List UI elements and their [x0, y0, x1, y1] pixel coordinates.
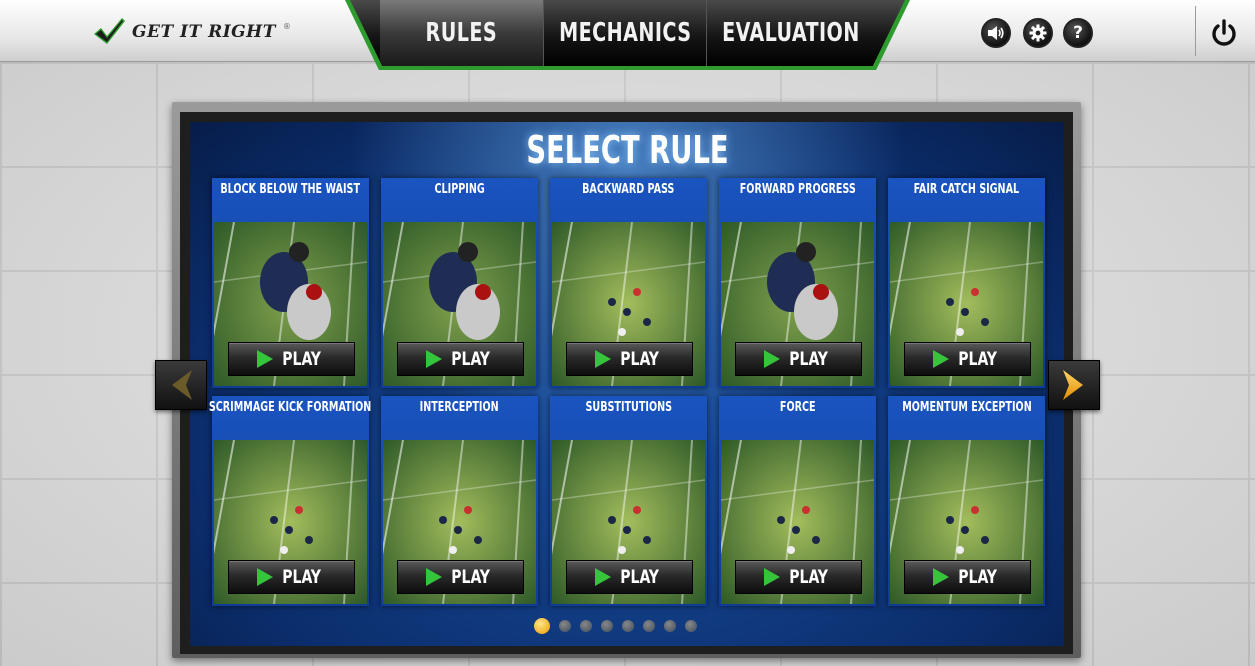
rule-card-title-text: FORCE: [779, 400, 816, 415]
rule-card[interactable]: CLIPPING PLAY: [381, 178, 538, 388]
rule-card[interactable]: FORWARD PROGRESS PLAY: [719, 178, 876, 388]
play-button[interactable]: PLAY: [735, 560, 862, 594]
rule-card-title: BLOCK BELOW THE WAIST: [212, 182, 369, 212]
play-icon: [257, 568, 274, 586]
play-icon: [426, 350, 443, 368]
play-icon: [764, 568, 781, 586]
rule-card[interactable]: FORCE PLAY: [719, 396, 876, 606]
play-icon: [426, 568, 443, 586]
play-button-label: PLAY: [958, 566, 998, 588]
rule-card-title: FORWARD PROGRESS: [719, 182, 876, 212]
tab-evaluation-label: EVALUATION: [722, 18, 860, 48]
gear-icon: [1029, 24, 1047, 42]
rule-card-title-text: SUBSTITUTIONS: [585, 400, 672, 415]
rule-card-title: INTERCEPTION: [381, 400, 538, 430]
question-mark-icon: ?: [1073, 23, 1083, 43]
registered-mark: ®: [282, 22, 291, 31]
rule-card[interactable]: SUBSTITUTIONS PLAY: [550, 396, 707, 606]
rule-card[interactable]: SCRIMMAGE KICK FORMATION PLAY: [209, 396, 372, 606]
rule-card-title: MOMENTUM EXCEPTION: [888, 400, 1045, 430]
settings-button[interactable]: [1023, 18, 1053, 48]
rule-card-title-text: FAIR CATCH SIGNAL: [913, 182, 1020, 197]
power-icon: [1212, 19, 1236, 46]
play-icon: [933, 350, 950, 368]
play-button-label: PLAY: [451, 566, 491, 588]
power-button[interactable]: [1207, 16, 1241, 50]
app-logo: GET IT RIGHT ®: [92, 14, 291, 50]
page-dot[interactable]: [643, 620, 655, 632]
top-bar: GET IT RIGHT ® RULES MECHANICS EVALUATIO…: [0, 0, 1255, 70]
rule-card-title: BACKWARD PASS: [550, 182, 707, 212]
play-icon: [764, 350, 781, 368]
chevron-left-icon: [172, 370, 192, 400]
page-dot[interactable]: [601, 620, 613, 632]
rule-card-title-text: INTERCEPTION: [419, 400, 499, 415]
logo-text: GET IT RIGHT: [132, 22, 276, 42]
play-button[interactable]: PLAY: [904, 342, 1031, 376]
rule-card-title-text: BACKWARD PASS: [582, 182, 675, 197]
rule-card[interactable]: BLOCK BELOW THE WAIST PLAY: [212, 178, 369, 388]
play-button-label: PLAY: [789, 566, 829, 588]
rule-card-title-text: CLIPPING: [434, 182, 485, 197]
play-button-label: PLAY: [282, 348, 322, 370]
play-button[interactable]: PLAY: [566, 342, 693, 376]
play-button[interactable]: PLAY: [228, 342, 355, 376]
rule-card-title: SCRIMMAGE KICK FORMATION: [209, 400, 372, 430]
next-page-button[interactable]: [1048, 360, 1100, 410]
rule-card[interactable]: BACKWARD PASS PLAY: [550, 178, 707, 388]
play-button-label: PLAY: [958, 348, 998, 370]
play-icon: [933, 568, 950, 586]
checkmark-logo-icon: [94, 18, 125, 44]
rule-card-title-text: SCRIMMAGE KICK FORMATION: [209, 400, 372, 415]
page-dot[interactable]: [685, 620, 697, 632]
main-tabs: RULES MECHANICS EVALUATION: [350, 0, 905, 66]
tab-mechanics[interactable]: MECHANICS: [542, 0, 707, 66]
play-button[interactable]: PLAY: [397, 342, 524, 376]
rule-card-title-text: FORWARD PROGRESS: [739, 182, 856, 197]
chevron-right-icon: [1063, 370, 1083, 400]
rule-card[interactable]: MOMENTUM EXCEPTION PLAY: [888, 396, 1045, 606]
play-button[interactable]: PLAY: [397, 560, 524, 594]
rule-card[interactable]: FAIR CATCH SIGNAL PLAY: [888, 178, 1045, 388]
play-button[interactable]: PLAY: [904, 560, 1031, 594]
play-icon: [595, 568, 612, 586]
speaker-icon: [988, 26, 1004, 40]
play-icon: [257, 350, 274, 368]
tab-rules[interactable]: RULES: [380, 0, 543, 66]
page-dot[interactable]: [664, 620, 676, 632]
pagination-dots: [534, 618, 697, 634]
tab-evaluation[interactable]: EVALUATION: [706, 0, 875, 66]
rule-card-title: CLIPPING: [381, 182, 538, 212]
play-button-label: PLAY: [620, 566, 660, 588]
sound-button[interactable]: [981, 18, 1011, 48]
play-icon: [595, 350, 612, 368]
rule-card-title: FAIR CATCH SIGNAL: [888, 182, 1045, 212]
power-divider: [1195, 6, 1196, 56]
page-title: SELECT RULE: [526, 128, 729, 172]
play-button[interactable]: PLAY: [566, 560, 693, 594]
page-dot[interactable]: [622, 620, 634, 632]
rule-card-title-text: MOMENTUM EXCEPTION: [901, 400, 1032, 415]
rule-card[interactable]: INTERCEPTION PLAY: [381, 396, 538, 606]
rule-card-title: FORCE: [719, 400, 876, 430]
rule-card-title: SUBSTITUTIONS: [550, 400, 707, 430]
play-button-label: PLAY: [620, 348, 660, 370]
page-dot[interactable]: [580, 620, 592, 632]
page-dot[interactable]: [559, 620, 571, 632]
page-dot[interactable]: [534, 618, 550, 634]
rule-card-title-text: BLOCK BELOW THE WAIST: [220, 182, 361, 197]
prev-page-button[interactable]: [155, 360, 207, 410]
tab-mechanics-label: MECHANICS: [558, 18, 692, 48]
play-button-label: PLAY: [789, 348, 829, 370]
help-button[interactable]: ?: [1063, 18, 1093, 48]
play-button-label: PLAY: [451, 348, 491, 370]
play-button[interactable]: PLAY: [735, 342, 862, 376]
play-button[interactable]: PLAY: [228, 560, 355, 594]
play-button-label: PLAY: [282, 566, 322, 588]
tab-rules-label: RULES: [425, 18, 498, 48]
